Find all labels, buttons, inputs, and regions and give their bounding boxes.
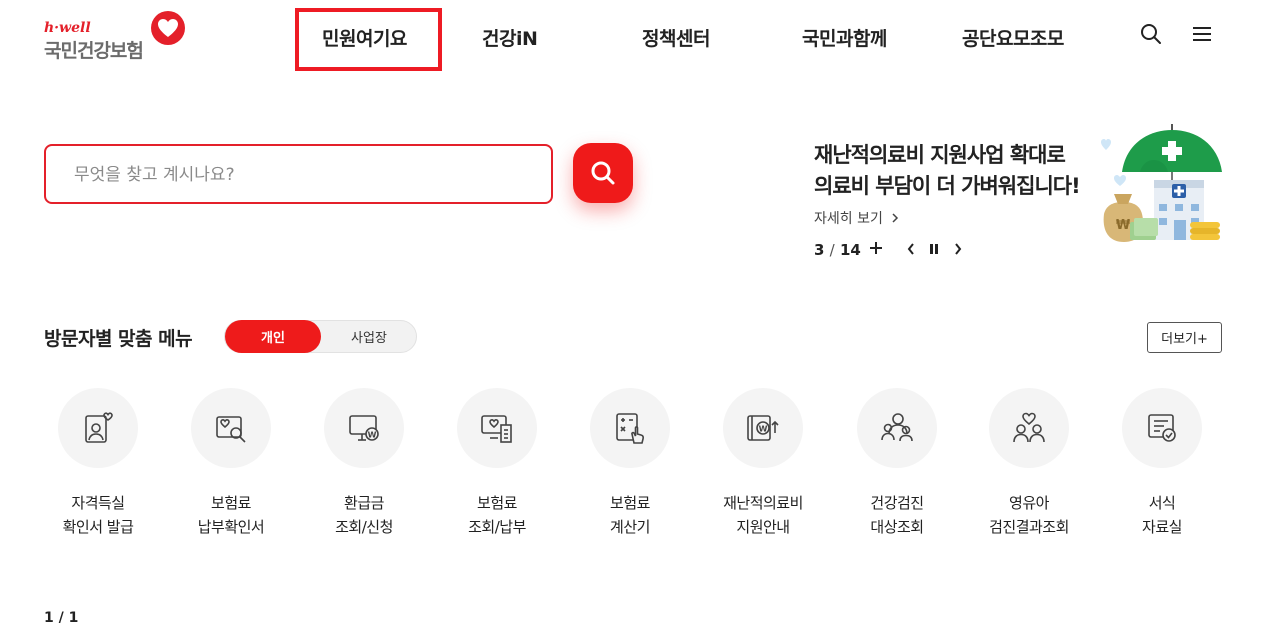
banner-counter: 3 / 14 — [814, 241, 861, 259]
menu-item-label: 자격득실 확인서 발급 — [62, 494, 134, 536]
banner-total: 14 — [839, 241, 861, 259]
menu-icon-circle — [989, 388, 1069, 468]
search-icon — [591, 161, 615, 185]
svg-text:W: W — [368, 431, 377, 440]
chevron-right-icon — [892, 213, 899, 223]
search-button[interactable] — [573, 143, 633, 203]
nav-item-about[interactable]: 공단요모조모 — [962, 24, 1064, 51]
banner-controls: 3 / 14 — [814, 240, 861, 260]
menu-item-label: 환급금 조회/신청 — [335, 494, 393, 536]
banner-next-button[interactable] — [948, 239, 968, 259]
menu-item-premium-inquiry[interactable]: 보험료 조회/납부 — [437, 388, 557, 548]
banner-detail-link[interactable]: 자세히 보기 — [814, 208, 900, 228]
banner-current: 3 — [814, 241, 825, 259]
menu-icon-circle — [58, 388, 138, 468]
menu-item-label: 재난적의료비 지원안내 — [723, 494, 803, 536]
menu-item-label: 보험료 계산기 — [610, 494, 650, 536]
menu-item-premium-payment-certificate[interactable]: 보험료 납부확인서 — [171, 388, 291, 548]
menu-item-infant-checkup[interactable]: 영유아 검진결과조회 — [969, 388, 1089, 548]
more-button[interactable]: 더보기+ — [1147, 322, 1222, 353]
menu-item-qualification-certificate[interactable]: 자격득실 확인서 발급 — [38, 388, 158, 548]
banner-add-button[interactable] — [866, 238, 886, 258]
id-card-heart-icon — [85, 412, 113, 443]
menu-item-refund[interactable]: W 환급금 조회/신청 — [304, 388, 424, 548]
people-group-icon — [881, 413, 913, 442]
hamburger-menu-icon[interactable] — [1190, 22, 1214, 46]
menu-icon-circle — [191, 388, 271, 468]
visitor-menu-title: 방문자별 맞춤 메뉴 — [44, 328, 193, 350]
toggle-business[interactable]: 사업장 — [321, 321, 417, 352]
search-box — [44, 144, 553, 204]
visitor-type-toggle: 개인 사업장 — [224, 320, 417, 353]
menu-icon-circle — [590, 388, 670, 468]
banner-prev-button[interactable] — [901, 239, 921, 259]
search-icon[interactable] — [1139, 22, 1163, 46]
banner-title-line2: 의료비 부담이 더 가벼워집니다! — [814, 174, 1081, 198]
nav-item-with-citizens[interactable]: 국민과함께 — [802, 24, 887, 51]
banner-title-line1: 재난적의료비 지원사업 확대로 — [814, 143, 1066, 167]
menu-item-label: 보험료 납부확인서 — [197, 494, 265, 536]
site-header: h·well 국민건강보험 민원여기요 건강iN 정책센터 국민과함께 공단요모… — [0, 0, 1280, 72]
menu-icon-circle: W — [324, 388, 404, 468]
menu-item-label: 보험료 조회/납부 — [468, 494, 526, 536]
nav-item-health-in[interactable]: 건강iN — [482, 24, 538, 51]
document-search-icon — [216, 416, 246, 443]
menu-icon-circle — [457, 388, 537, 468]
chevron-left-icon — [907, 243, 914, 255]
banner-pause-button[interactable] — [924, 239, 944, 259]
menu-pager: 1 / 1 — [44, 610, 79, 623]
monitor-receipt-icon — [481, 415, 512, 443]
form-check-icon — [1148, 414, 1176, 442]
svg-text:W: W — [759, 425, 768, 434]
banner-title[interactable]: 재난적의료비 지원사업 확대로 의료비 부담이 더 가벼워집니다! — [814, 140, 1081, 202]
heart-logo-icon — [151, 11, 185, 45]
menu-item-label: 서식 자료실 — [1142, 494, 1182, 536]
menu-item-health-checkup[interactable]: 건강검진 대상조회 — [837, 388, 957, 548]
monitor-won-icon: W — [349, 415, 379, 441]
menu-icon-circle — [857, 388, 937, 468]
banner-detail-label: 자세히 보기 — [814, 211, 883, 227]
toggle-personal[interactable]: 개인 — [225, 320, 321, 353]
umbrella-hospital-illustration: ₩ — [1101, 124, 1222, 242]
menu-icon-circle: W — [723, 388, 803, 468]
menu-item-premium-calculator[interactable]: 보험료 계산기 — [570, 388, 690, 548]
wallet-won-up-icon: W — [747, 415, 779, 441]
calculator-hand-icon — [616, 413, 644, 444]
plus-icon — [870, 242, 882, 254]
site-logo[interactable]: h·well 국민건강보험 — [44, 11, 189, 62]
nav-item-policy-center[interactable]: 정책센터 — [642, 24, 710, 51]
menu-item-label: 건강검진 대상조회 — [870, 494, 924, 536]
menu-icon-circle — [1122, 388, 1202, 468]
menu-item-forms-library[interactable]: 서식 자료실 — [1102, 388, 1222, 548]
menu-item-catastrophic-medical[interactable]: W 재난적의료비 지원안내 — [703, 388, 823, 548]
logo-name: 국민건강보험 — [44, 40, 144, 62]
svg-text:₩: ₩ — [1116, 218, 1131, 233]
logo-tagline: h·well — [44, 20, 91, 36]
banner-separator: / — [829, 241, 835, 259]
chevron-right-icon — [955, 243, 962, 255]
parents-heart-icon — [1013, 412, 1045, 443]
menu-item-label: 영유아 검진결과조회 — [989, 494, 1069, 536]
pause-icon — [930, 244, 938, 254]
nav-item-minwon[interactable]: 민원여기요 — [322, 24, 407, 51]
search-input[interactable] — [74, 160, 534, 190]
